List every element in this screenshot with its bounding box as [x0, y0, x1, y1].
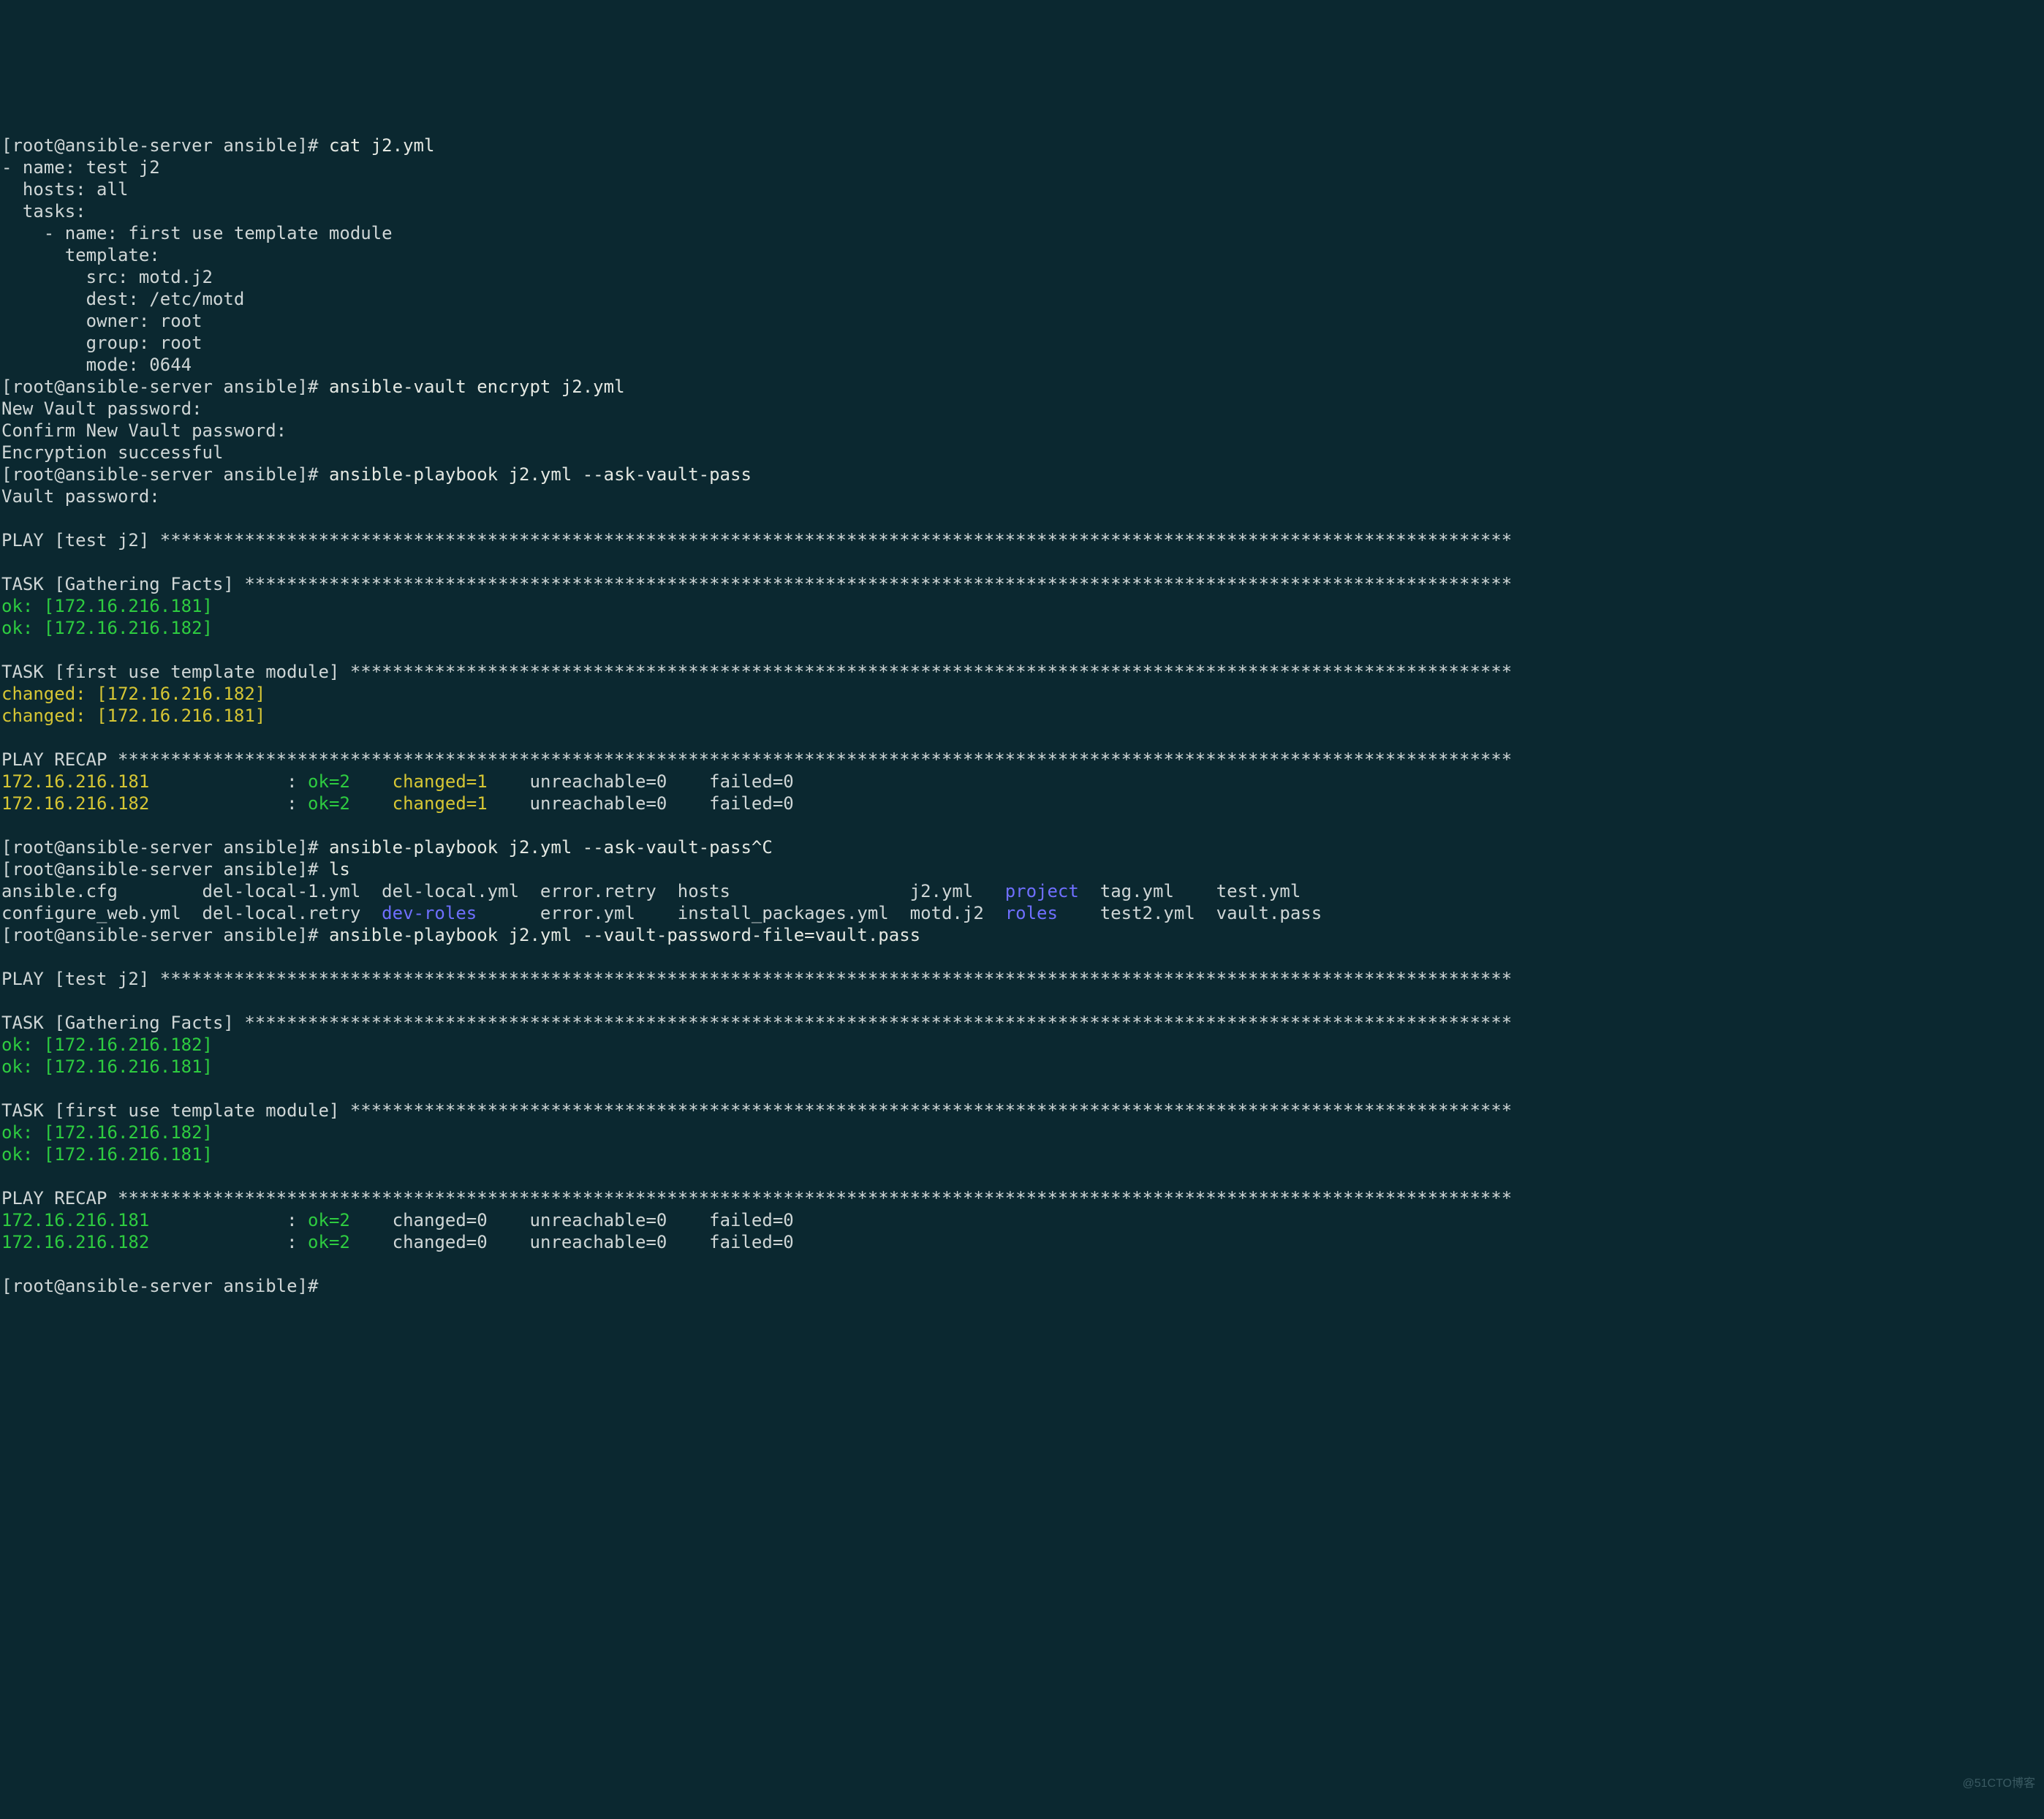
command: ansible-vault encrypt j2.yml [329, 377, 625, 397]
recap-colon: : [287, 771, 308, 792]
recap-pad [149, 1210, 287, 1230]
prompt: [root@ansible-server ansible]# [1, 1276, 329, 1296]
command: ansible-playbook j2.yml --ask-vault-pass [329, 464, 752, 485]
recap-changed: changed=0 [382, 1210, 519, 1230]
vault-confirm-password-prompt: Confirm New Vault password: [1, 420, 298, 441]
ok-host-line: ok: [172.16.216.181] [1, 1144, 213, 1165]
recap-changed: changed=1 [382, 771, 519, 792]
recap-changed: changed=1 [382, 793, 519, 814]
changed-host-line: changed: [172.16.216.181] [1, 706, 265, 726]
recap-failed: failed=0 [699, 1232, 825, 1252]
play-header: PLAY [test j2] *************************… [1, 530, 1512, 551]
play-header: PLAY [test j2] *************************… [1, 969, 1512, 989]
recap-colon: : [287, 1232, 308, 1252]
recap-ok: ok=2 [308, 1210, 382, 1230]
recap-host: 172.16.216.181 [1, 1210, 149, 1230]
ls-directory: roles [1005, 903, 1058, 923]
yaml-line: - name: test j2 [1, 157, 160, 178]
terminal[interactable]: [root@ansible-server ansible]# cat j2.ym… [0, 110, 2044, 1300]
task-gathering-facts-header: TASK [Gathering Facts] *****************… [1, 574, 1512, 594]
recap-host: 172.16.216.182 [1, 793, 149, 814]
prompt: [root@ansible-server ansible]# [1, 925, 329, 945]
recap-host: 172.16.216.182 [1, 1232, 149, 1252]
ok-host-line: ok: [172.16.216.182] [1, 618, 213, 638]
prompt: [root@ansible-server ansible]# [1, 464, 329, 485]
recap-unreachable: unreachable=0 [519, 1210, 699, 1230]
recap-unreachable: unreachable=0 [519, 793, 699, 814]
yaml-line: mode: 0644 [1, 355, 192, 375]
recap-unreachable: unreachable=0 [519, 1232, 699, 1252]
recap-unreachable: unreachable=0 [519, 771, 699, 792]
recap-ok: ok=2 [308, 793, 382, 814]
task-gathering-facts-header: TASK [Gathering Facts] *****************… [1, 1013, 1512, 1033]
ls-directory: project [1005, 881, 1079, 901]
ls-output-line: error.yml install_packages.yml motd.j2 [477, 903, 1004, 923]
command: ansible-playbook j2.yml --vault-password… [329, 925, 920, 945]
vault-new-password-prompt: New Vault password: [1, 398, 213, 419]
prompt: [root@ansible-server ansible]# [1, 135, 329, 156]
command: ls [329, 859, 350, 880]
ok-host-line: ok: [172.16.216.182] [1, 1035, 213, 1055]
play-recap-header: PLAY RECAP *****************************… [1, 749, 1512, 770]
recap-ok: ok=2 [308, 1232, 382, 1252]
yaml-line: src: motd.j2 [1, 267, 213, 287]
yaml-line: - name: first use template module [1, 223, 393, 243]
recap-failed: failed=0 [699, 771, 825, 792]
recap-colon: : [287, 793, 308, 814]
yaml-line: group: root [1, 333, 202, 353]
recap-ok: ok=2 [308, 771, 382, 792]
yaml-line: template: [1, 245, 160, 265]
watermark: @51CTO博客 [1962, 1777, 2035, 1791]
ls-output-line: tag.yml test.yml [1079, 881, 1301, 901]
recap-colon: : [287, 1210, 308, 1230]
ls-output-line: ansible.cfg del-local-1.yml del-local.ym… [1, 881, 1005, 901]
ls-directory: dev-roles [382, 903, 477, 923]
recap-host: 172.16.216.181 [1, 771, 149, 792]
ls-output-line: test2.yml vault.pass [1058, 903, 1322, 923]
task-template-header: TASK [first use template module] *******… [1, 662, 1512, 682]
ok-host-line: ok: [172.16.216.181] [1, 1056, 213, 1077]
prompt: [root@ansible-server ansible]# [1, 859, 329, 880]
recap-failed: failed=0 [699, 1210, 825, 1230]
task-template-header: TASK [first use template module] *******… [1, 1100, 1512, 1121]
prompt: [root@ansible-server ansible]# [1, 837, 329, 858]
command: cat j2.yml [329, 135, 435, 156]
recap-pad [149, 1232, 287, 1252]
recap-failed: failed=0 [699, 793, 825, 814]
recap-pad [149, 793, 287, 814]
ok-host-line: ok: [172.16.216.182] [1, 1122, 213, 1143]
ls-output-line: configure_web.yml del-local.retry [1, 903, 382, 923]
recap-changed: changed=0 [382, 1232, 519, 1252]
recap-pad [149, 771, 287, 792]
vault-encryption-successful: Encryption successful [1, 442, 223, 463]
yaml-line: dest: /etc/motd [1, 289, 244, 309]
yaml-line: hosts: all [1, 179, 128, 200]
yaml-line: tasks: [1, 201, 86, 222]
vault-password-prompt: Vault password: [1, 486, 170, 507]
play-recap-header: PLAY RECAP *****************************… [1, 1188, 1512, 1209]
ok-host-line: ok: [172.16.216.181] [1, 596, 213, 616]
yaml-line: owner: root [1, 311, 202, 331]
prompt: [root@ansible-server ansible]# [1, 377, 329, 397]
command-cancelled: ansible-playbook j2.yml --ask-vault-pass… [329, 837, 773, 858]
changed-host-line: changed: [172.16.216.182] [1, 684, 265, 704]
